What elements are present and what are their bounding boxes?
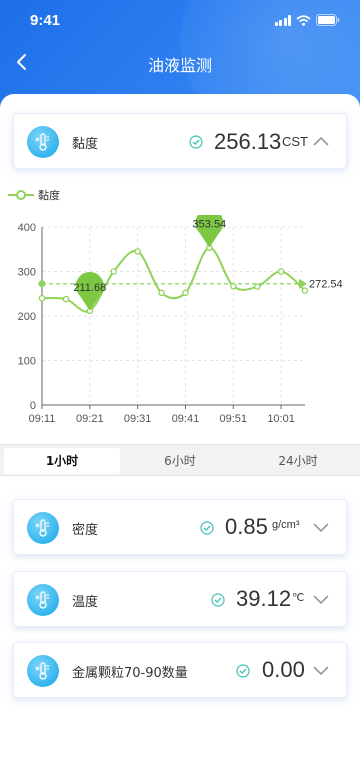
x-tick-label: 09:41 (172, 413, 200, 425)
data-point (62, 295, 70, 303)
y-tick-label: 300 (18, 267, 36, 279)
x-tick-label: 09:51 (220, 413, 248, 425)
y-tick-label: 100 (18, 356, 36, 368)
thermometer-icon (27, 655, 59, 687)
signal-icon (274, 14, 291, 26)
density-card[interactable]: 密度 0.85 g/cm³ (13, 499, 347, 555)
x-tick-label: 10:01 (267, 413, 295, 425)
y-tick-label: 400 (18, 222, 36, 234)
check-circle-icon (200, 521, 214, 535)
check-circle-icon (211, 593, 225, 607)
chevron-down-icon[interactable] (312, 592, 330, 606)
max-marker-label: 353.54 (193, 219, 227, 231)
y-tick-label: 200 (18, 311, 36, 323)
data-point (110, 268, 117, 275)
check-circle-icon (189, 135, 203, 149)
data-point (134, 248, 141, 255)
battery-icon (316, 14, 340, 26)
data-point (230, 282, 237, 290)
temperature-card[interactable]: 温度 39.12 ℃ (13, 571, 347, 627)
tab-24h[interactable]: 24小时 (240, 448, 356, 474)
metric-unit: CST (282, 134, 308, 149)
thermometer-icon (27, 126, 59, 158)
viscosity-card[interactable]: 黏度 256.13 CST (13, 113, 347, 169)
metric-unit: g/cm³ (272, 519, 300, 531)
tab-6h[interactable]: 6小时 (122, 448, 238, 474)
data-point (301, 287, 309, 294)
metric-value: 0.85 (225, 514, 268, 539)
data-point (277, 268, 285, 275)
metric-label: 黏度 (72, 137, 99, 152)
y-tick-label: 0 (30, 400, 36, 412)
thermometer-icon (27, 512, 59, 544)
metric-value: 0.00 (262, 657, 305, 682)
wifi-icon (296, 14, 311, 26)
chevron-up-icon[interactable] (312, 134, 330, 148)
data-point (182, 289, 189, 297)
metric-label: 温度 (72, 595, 99, 610)
chevron-down-icon[interactable] (312, 663, 330, 677)
metric-value: 256.13 (214, 129, 282, 154)
average-label: 272.54 (309, 279, 343, 291)
chart-legend: 黏度 (8, 187, 60, 203)
nav-bar: 油液监测 (0, 44, 360, 84)
metric-unit: ℃ (292, 592, 305, 604)
status-time: 9:41 (30, 12, 61, 29)
legend-line-icon (8, 190, 34, 200)
tab-1h[interactable]: 1小时 (4, 448, 120, 474)
data-point (158, 289, 165, 297)
page-title: 油液监测 (147, 56, 212, 75)
min-marker-label: 211.68 (73, 282, 106, 294)
average-line-start-dot (38, 280, 46, 288)
time-range-tabs: 1小时 6小时 24小时 (0, 444, 360, 476)
x-tick-label: 09:11 (29, 413, 56, 425)
status-icons (274, 14, 341, 26)
x-tick-label: 09:21 (76, 413, 104, 425)
check-circle-icon (236, 664, 250, 678)
thermometer-icon (27, 584, 59, 616)
data-point (253, 283, 261, 290)
metric-label: 金属颗粒70-90数量 (72, 666, 188, 681)
data-point (38, 294, 46, 302)
metric-value: 39.12 (236, 586, 292, 611)
metric-label: 密度 (72, 523, 99, 538)
status-bar: 9:41 (0, 0, 360, 44)
metal-particles-card[interactable]: 金属颗粒70-90数量 0.00 (13, 642, 347, 698)
x-tick-label: 09:31 (124, 413, 152, 425)
legend-label: 黏度 (38, 189, 60, 202)
chevron-down-icon[interactable] (312, 520, 330, 534)
viscosity-chart: 0 100 200 300 400 09:11 09:21 09:31 09:41 09:51 10… (18, 215, 343, 425)
